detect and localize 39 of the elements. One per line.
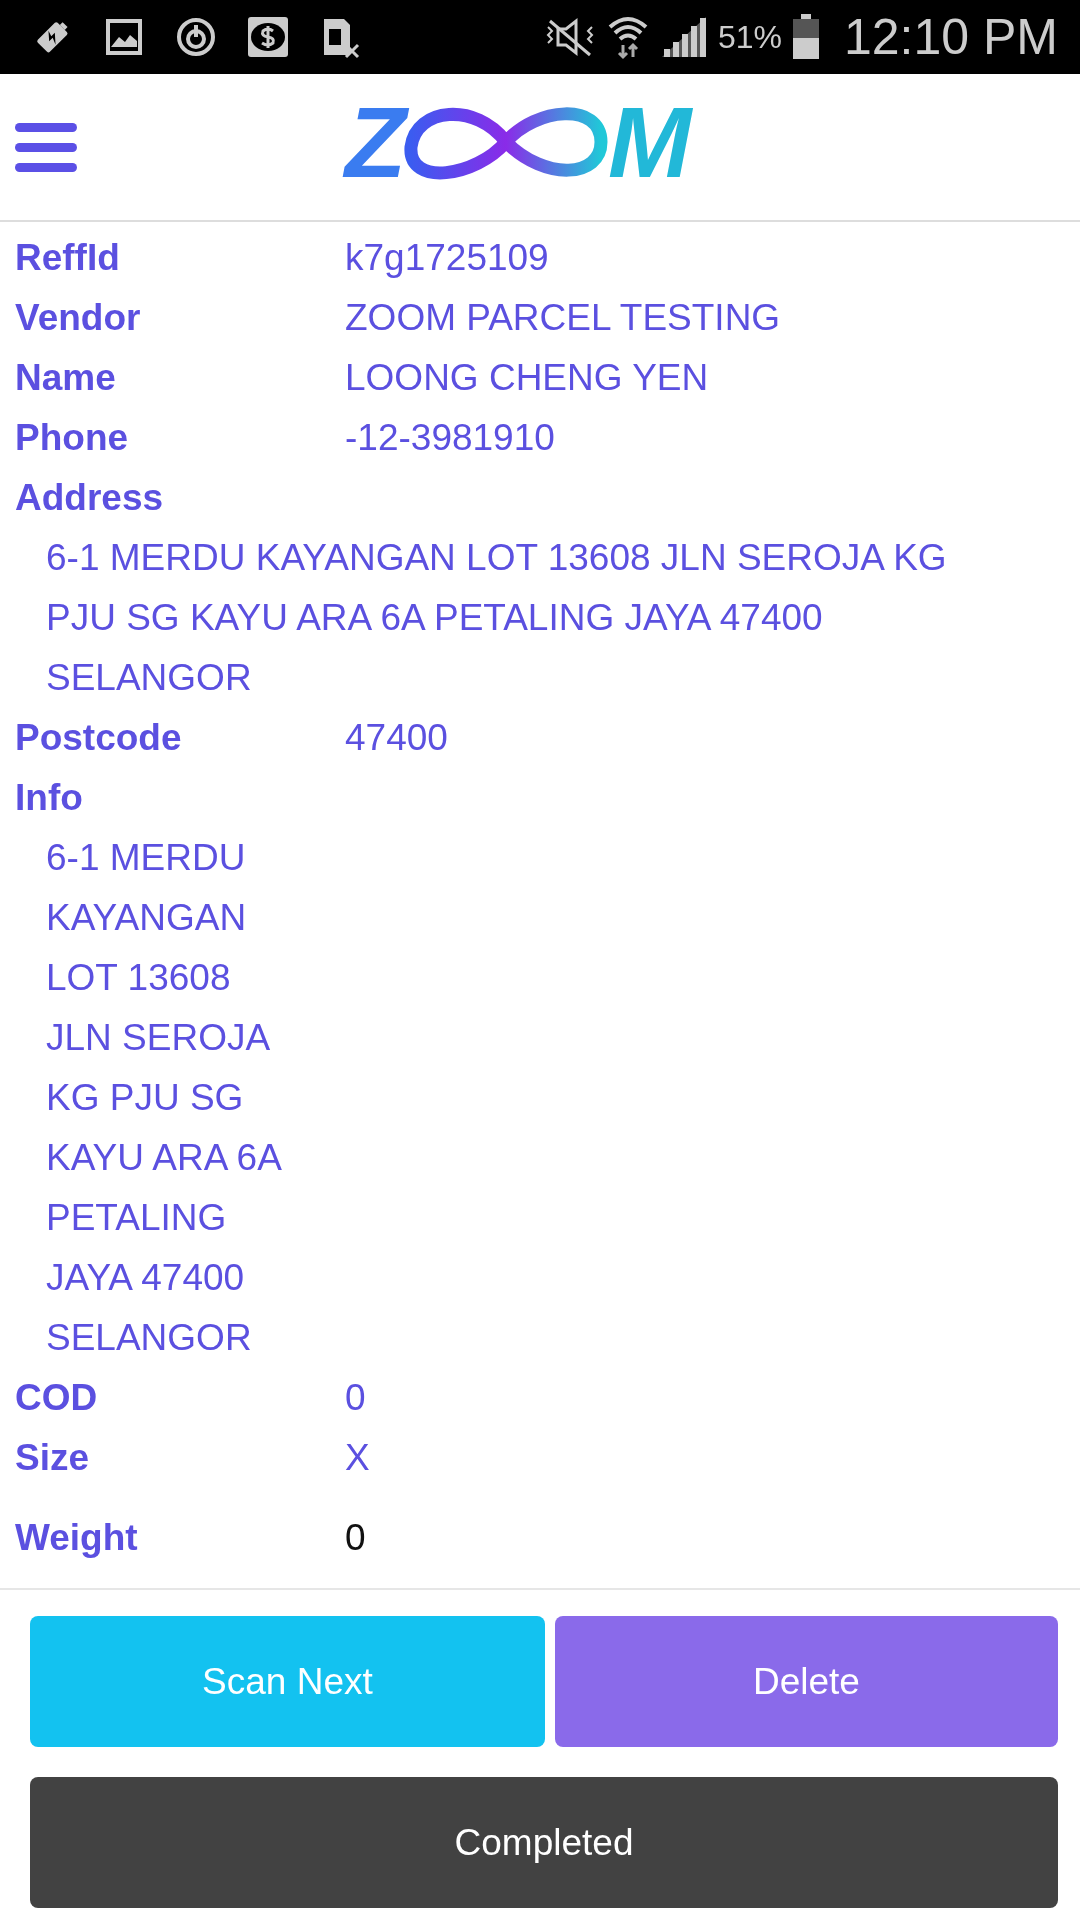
field-label: Address (15, 476, 165, 520)
field-value: SELANGOR (45, 656, 253, 700)
field-label: Postcode (15, 716, 183, 760)
power-icon (174, 15, 218, 59)
field-label: Name (15, 356, 117, 400)
completed-button[interactable]: Completed (30, 1777, 1058, 1908)
field-value: 0 (345, 1377, 366, 1419)
field-value: 6-1 MERDU KAYANGAN LOT 13608 JLN SEROJA KG (45, 536, 948, 580)
field-value: LOONG CHENG YEN (345, 357, 709, 399)
field-value: k7g1725109 (345, 237, 549, 279)
field-value: PJU SG KAYU ARA 6A PETALING JAYA 47400 (45, 596, 824, 640)
field-value: KAYANGAN (45, 896, 248, 940)
field-value: JAYA 47400 (45, 1256, 246, 1300)
field-label: Phone (15, 416, 130, 460)
clock-time: 12:10 PM (844, 8, 1058, 66)
field-value: X (345, 1437, 370, 1479)
weight-input[interactable]: 0 (345, 1517, 1025, 1559)
field-label: Size (15, 1436, 91, 1480)
field-value: 47400 (345, 717, 448, 759)
field-value: SELANGOR (45, 1316, 253, 1360)
battery-percent: 51% (717, 18, 782, 56)
battery-icon (792, 14, 820, 60)
field-value: 6-1 MERDU (45, 836, 247, 880)
field-label: COD (15, 1376, 99, 1420)
logo-letter: M (608, 92, 692, 192)
field-label: Vendor (15, 296, 142, 340)
field-value: PETALING (45, 1196, 228, 1240)
dollar-icon (246, 15, 290, 59)
field-value: KG PJU SG (45, 1076, 245, 1120)
field-value: LOT 13608 (45, 956, 232, 1000)
field-label: ReffId (15, 236, 121, 280)
delete-button[interactable]: Delete (554, 1616, 1058, 1747)
field-value: ZOOM PARCEL TESTING (345, 297, 781, 339)
field-value: -12-3981910 (345, 417, 555, 459)
field-label: Weight (15, 1516, 139, 1560)
field-label: Info (15, 776, 84, 820)
field-value: KAYU ARA 6A (45, 1136, 283, 1180)
field-value: JLN SEROJA (45, 1016, 272, 1060)
menu-icon[interactable] (15, 121, 77, 173)
